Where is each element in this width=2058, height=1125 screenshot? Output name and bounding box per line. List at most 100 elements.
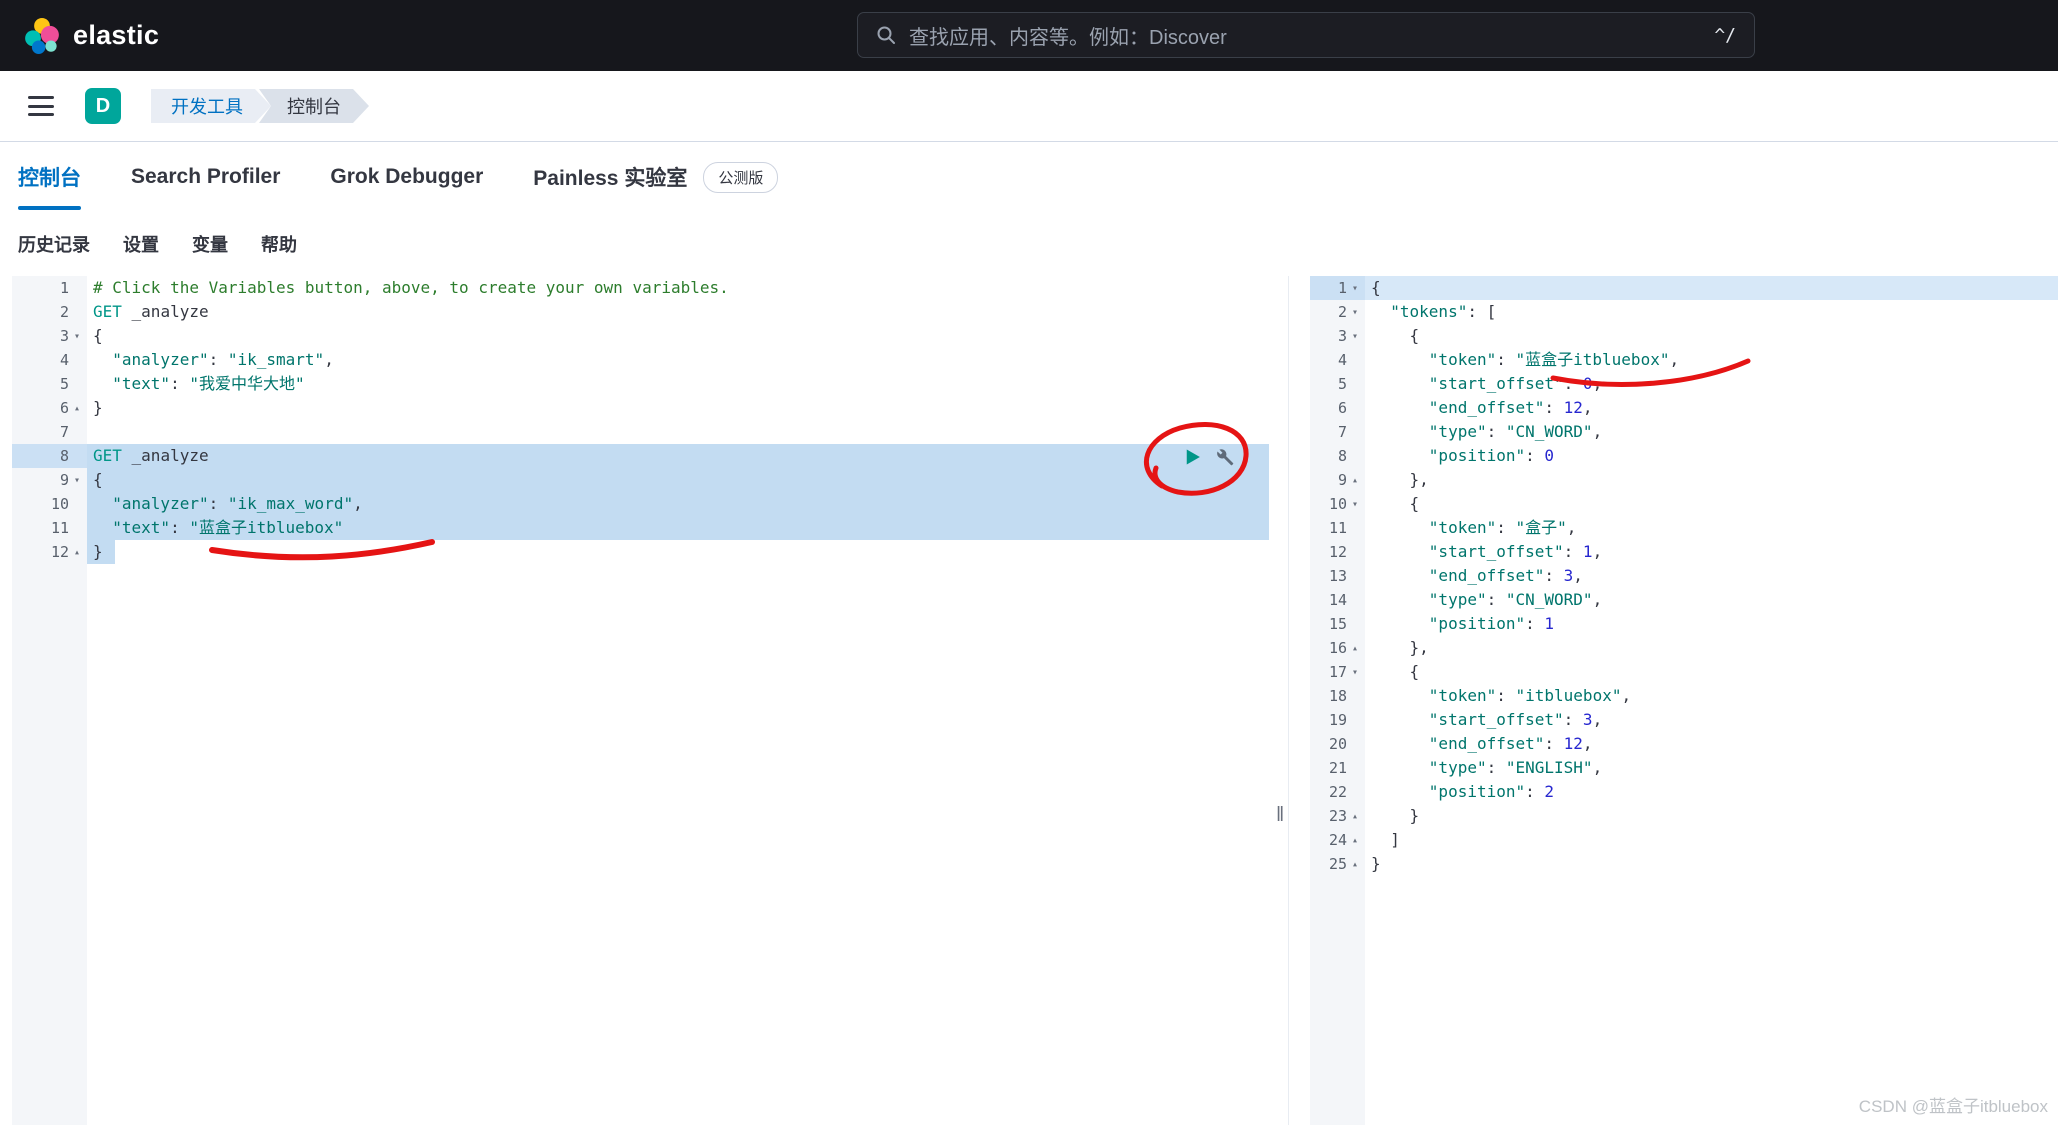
fold-toggle-icon[interactable]: ▴ [1347,811,1363,822]
code-line[interactable]: "analyzer": "ik_smart", [87,348,1269,372]
breadcrumb-console[interactable]: 控制台 [259,89,369,123]
line-number: 17 [1328,663,1347,681]
code-line[interactable]: "type": "CN_WORD", [1365,420,2058,444]
toolbar-history-button[interactable]: 历史记录 [18,231,90,257]
code-token: "token" [1428,518,1497,537]
code-token: "token" [1428,350,1497,369]
code-line[interactable]: } [1365,804,2058,828]
code-line[interactable]: }, [1365,636,2058,660]
fold-toggle-icon[interactable]: ▴ [1347,643,1363,654]
code-line[interactable]: "position": 2 [1365,780,2058,804]
code-line[interactable]: "text": "我爱中华大地" [87,372,1269,396]
line-number: 3 [1337,327,1347,345]
code-token: "position" [1428,782,1526,801]
code-line[interactable]: "type": "CN_WORD", [1365,588,2058,612]
gutter-row: 5 [1310,372,1365,396]
code-line[interactable]: "text": "蓝盒子itbluebox" [87,516,1269,540]
gutter-row: 16 ▴ [1310,636,1365,660]
line-number: 16 [1328,639,1347,657]
line-number: 24 [1328,831,1347,849]
fold-toggle-icon[interactable]: ▴ [69,547,85,558]
code-line[interactable]: }, [1365,468,2058,492]
tab-search-profiler[interactable]: Search Profiler [131,142,280,212]
gutter-row: 8 [1310,444,1365,468]
global-search-input[interactable]: 查找应用、内容等。例如：Discover ^/ [857,12,1755,58]
fold-toggle-icon[interactable]: ▾ [1347,331,1363,342]
toolbar-help-button[interactable]: 帮助 [261,231,297,257]
fold-toggle-icon[interactable]: ▾ [1347,499,1363,510]
pane-resize-handle[interactable]: ‖ [1276,804,1284,827]
code-line[interactable]: { [1365,276,2058,300]
line-number: 1 [1337,279,1347,297]
tab-grok-debugger-label: Grok Debugger [330,165,484,188]
toolbar-settings-button[interactable]: 设置 [123,231,159,257]
request-editor[interactable]: # Click the Variables button, above, to … [87,276,1269,564]
code-line[interactable]: "token": "itbluebox", [1365,684,2058,708]
code-line[interactable]: "position": 1 [1365,612,2058,636]
code-token: }, [1371,470,1429,489]
search-shortcut-hint: ^/ [1714,24,1736,46]
fold-toggle-icon[interactable]: ▴ [1347,835,1363,846]
code-line[interactable]: "start_offset": 0, [1365,372,2058,396]
code-token: , [1621,686,1632,705]
code-line[interactable]: # Click the Variables button, above, to … [87,276,1269,300]
code-line[interactable]: "analyzer": "ik_max_word", [87,492,1269,516]
code-line[interactable]: "start_offset": 3, [1365,708,2058,732]
code-line[interactable]: { [1365,492,2058,516]
gutter-row: 13 [1310,564,1365,588]
code-line[interactable]: } [87,540,1269,564]
code-line[interactable]: "end_offset": 12, [1365,396,2058,420]
fold-toggle-icon[interactable]: ▾ [69,331,85,342]
code-line[interactable]: "end_offset": 12, [1365,732,2058,756]
line-number: 5 [59,375,69,393]
fold-toggle-icon[interactable]: ▴ [69,403,85,414]
code-line[interactable]: "position": 0 [1365,444,2058,468]
toolbar-variables-button[interactable]: 变量 [192,231,228,257]
response-output[interactable]: { "tokens": [ { "token": "蓝盒子itbluebox",… [1365,276,2058,876]
code-line[interactable]: { [87,468,1269,492]
menu-hamburger-icon[interactable] [28,96,54,116]
elastic-home-link[interactable]: elastic [24,17,159,54]
wrench-icon[interactable] [1214,447,1235,468]
tab-grok-debugger[interactable]: Grok Debugger [330,142,483,212]
fold-toggle-icon[interactable]: ▴ [1347,859,1363,870]
code-line[interactable]: "token": "盒子", [1365,516,2058,540]
code-line[interactable]: { [87,324,1269,348]
tab-console[interactable]: 控制台 [18,142,81,212]
code-line[interactable]: "start_offset": 1, [1365,540,2058,564]
code-token: "type" [1428,758,1487,777]
fold-toggle-icon[interactable]: ▾ [69,475,85,486]
console-toolbar: 历史记录 设置 变量 帮助 [0,212,297,276]
code-line[interactable]: GET _analyze [87,300,1269,324]
send-request-play-button[interactable] [1183,447,1203,467]
code-line[interactable]: ] [1365,828,2058,852]
code-line[interactable]: "tokens": [ [1365,300,2058,324]
code-line[interactable] [87,420,1269,444]
fold-toggle-icon[interactable]: ▴ [1347,475,1363,486]
fold-toggle-icon[interactable]: ▾ [1347,667,1363,678]
gutter-row: 22 [1310,780,1365,804]
code-line[interactable]: { [1365,660,2058,684]
tab-painless-lab[interactable]: Painless 实验室 公测版 [533,142,779,212]
code-token: "蓝盒子itbluebox" [1515,350,1670,369]
code-token: "tokens" [1390,302,1468,321]
code-token: "token" [1428,686,1497,705]
code-line[interactable]: } [87,396,1269,420]
code-line[interactable]: "type": "ENGLISH", [1365,756,2058,780]
code-line[interactable]: "token": "蓝盒子itbluebox", [1365,348,2058,372]
code-token: { [1371,326,1420,345]
fold-toggle-icon[interactable]: ▾ [1347,307,1363,318]
code-line[interactable]: } [1365,852,2058,876]
breadcrumb-dev-tools[interactable]: 开发工具 [151,89,271,123]
fold-toggle-icon[interactable]: ▾ [1347,283,1363,294]
space-avatar[interactable]: D [85,88,121,124]
code-line[interactable]: GET _analyze [87,444,1269,468]
code-line[interactable]: "end_offset": 3, [1365,564,2058,588]
code-line[interactable]: { [1365,324,2058,348]
